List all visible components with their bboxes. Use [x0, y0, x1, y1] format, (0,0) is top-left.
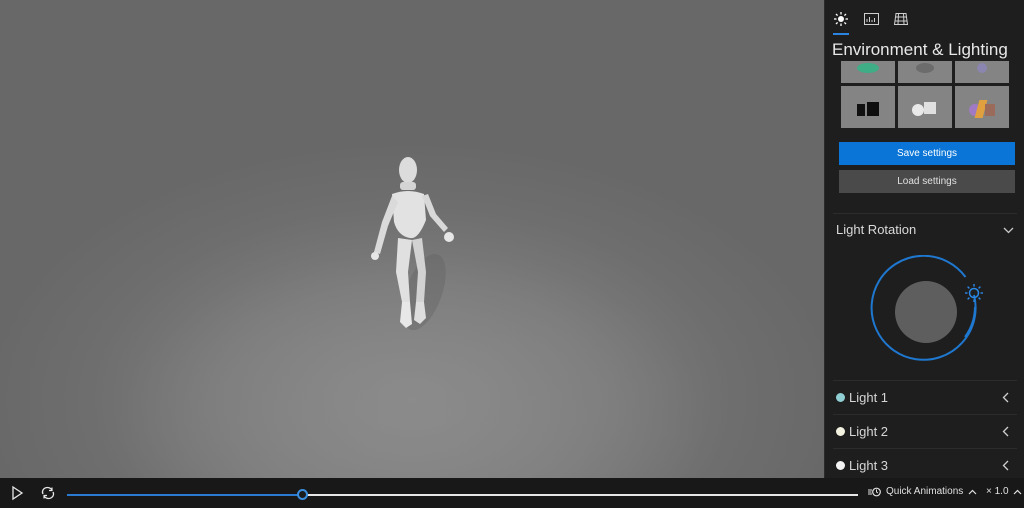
mannequin-model[interactable]: [362, 152, 472, 337]
light-1-row[interactable]: Light 1: [833, 382, 1017, 412]
light-2-label: Light 2: [849, 423, 889, 439]
light-1-label: Light 1: [849, 389, 889, 405]
light-rotation-label: Light Rotation: [836, 222, 917, 237]
panel-title: Environment & Lighting: [832, 40, 1008, 59]
tab-environment-lighting[interactable]: [831, 6, 851, 35]
chevron-left-icon[interactable]: [1002, 426, 1009, 437]
timeline-progress: [67, 494, 302, 496]
timeline-thumb[interactable]: [296, 489, 308, 500]
quick-animations-button[interactable]: Quick Animations: [868, 486, 977, 497]
grid-icon: [894, 13, 908, 25]
tab-statistics[interactable]: [861, 6, 881, 32]
play-icon[interactable]: [9, 485, 25, 501]
preset-thumbnail[interactable]: [898, 86, 952, 128]
chart-panel-icon: [863, 13, 879, 25]
tab-grid[interactable]: [891, 6, 911, 32]
preset-thumbnail[interactable]: [841, 86, 895, 128]
divider: [833, 414, 1017, 415]
3d-viewport[interactable]: [0, 0, 824, 478]
chevron-left-icon[interactable]: [1002, 460, 1009, 471]
light-3-label: Light 3: [849, 457, 889, 473]
quick-animations-icon: [868, 487, 881, 496]
chevron-up-icon: [1013, 489, 1021, 494]
light-2-row[interactable]: Light 2: [833, 416, 1017, 446]
loop-icon[interactable]: [40, 485, 56, 501]
light-2-color-swatch: [836, 426, 845, 436]
divider: [833, 448, 1017, 449]
playback-speed-label: × 1.0: [986, 486, 1009, 497]
rotation-center-disc: [895, 281, 957, 343]
save-settings-button[interactable]: Save settings: [839, 142, 1015, 165]
preset-thumbnail[interactable]: [898, 61, 952, 83]
light-1-color-swatch: [836, 392, 845, 402]
chevron-left-icon[interactable]: [1002, 392, 1009, 403]
chevron-up-icon: [968, 489, 977, 494]
divider: [833, 380, 1017, 381]
panel-tabs: [831, 6, 911, 35]
app-root: Environment & Lighting Save settings Loa…: [0, 0, 1024, 508]
chevron-down-icon[interactable]: [1003, 227, 1014, 234]
side-panel: Environment & Lighting Save settings Loa…: [824, 0, 1024, 478]
timeline-slider[interactable]: [67, 489, 858, 500]
divider: [833, 213, 1017, 214]
quick-animations-label: Quick Animations: [886, 486, 964, 497]
preset-thumbnail[interactable]: [841, 61, 895, 83]
light-rotation-dial[interactable]: [869, 255, 989, 370]
preset-thumbnail[interactable]: [955, 86, 1009, 128]
light-3-color-swatch: [836, 460, 845, 470]
playback-speed-button[interactable]: × 1.0: [986, 486, 1022, 497]
environment-presets: [841, 61, 1009, 128]
preset-thumbnail[interactable]: [955, 61, 1009, 83]
light-3-row[interactable]: Light 3: [833, 450, 1017, 478]
load-settings-button[interactable]: Load settings: [839, 170, 1015, 193]
sun-icon: [834, 12, 848, 26]
